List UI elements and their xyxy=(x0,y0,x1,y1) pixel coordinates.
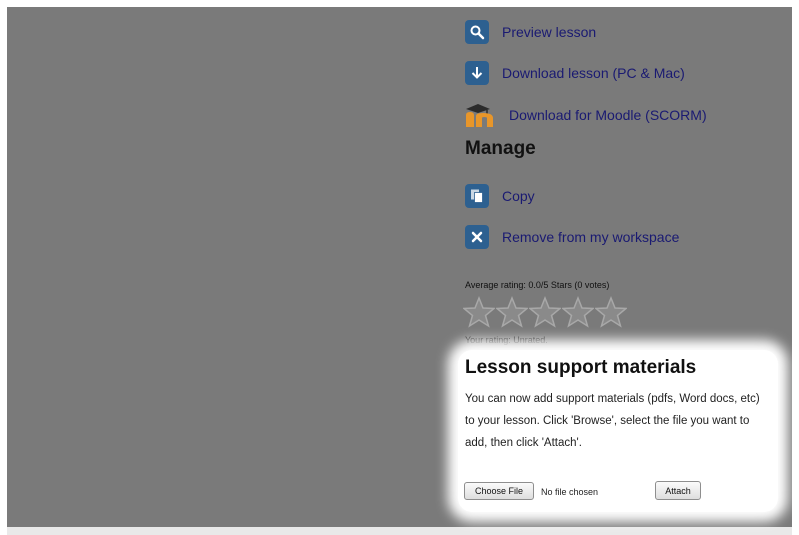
star-icon[interactable] xyxy=(463,296,495,328)
remove-from-workspace-label: Remove from my workspace xyxy=(502,229,680,245)
star-icon[interactable] xyxy=(595,296,627,328)
download-moodle-link[interactable]: Download for Moodle (SCORM) xyxy=(463,101,707,129)
download-lesson-link[interactable]: Download lesson (PC & Mac) xyxy=(465,61,685,85)
preview-lesson-link[interactable]: Preview lesson xyxy=(465,20,596,44)
moodle-logo-icon xyxy=(466,104,493,127)
support-materials-title: Lesson support materials xyxy=(465,357,697,378)
preview-lesson-label: Preview lesson xyxy=(502,24,597,40)
star-icon[interactable] xyxy=(496,296,528,328)
attach-button[interactable]: Attach xyxy=(655,481,701,500)
no-file-chosen-text: No file chosen xyxy=(541,487,599,497)
copy-link[interactable]: Copy xyxy=(465,184,535,208)
close-x-icon xyxy=(465,225,489,249)
your-rating-text: Your rating: Unrated. xyxy=(465,335,548,345)
star-rating[interactable] xyxy=(463,296,627,328)
magnifier-icon xyxy=(465,20,489,44)
star-icon[interactable] xyxy=(562,296,594,328)
choose-file-button[interactable]: Choose File xyxy=(464,482,534,500)
remove-from-workspace-link[interactable]: Remove from my workspace xyxy=(465,225,679,249)
manage-heading: Manage xyxy=(465,138,536,159)
download-moodle-label: Download for Moodle (SCORM) xyxy=(509,107,707,123)
download-lesson-label: Download lesson (PC & Mac) xyxy=(502,65,685,81)
copy-label: Copy xyxy=(502,188,535,204)
bottom-strip xyxy=(7,527,792,535)
copy-pages-icon xyxy=(465,184,489,208)
star-icon[interactable] xyxy=(529,296,561,328)
average-rating-text: Average rating: 0.0/5 Stars (0 votes) xyxy=(465,280,610,290)
download-arrow-icon xyxy=(465,61,489,85)
support-materials-description: You can now add support materials (pdfs,… xyxy=(465,393,760,449)
